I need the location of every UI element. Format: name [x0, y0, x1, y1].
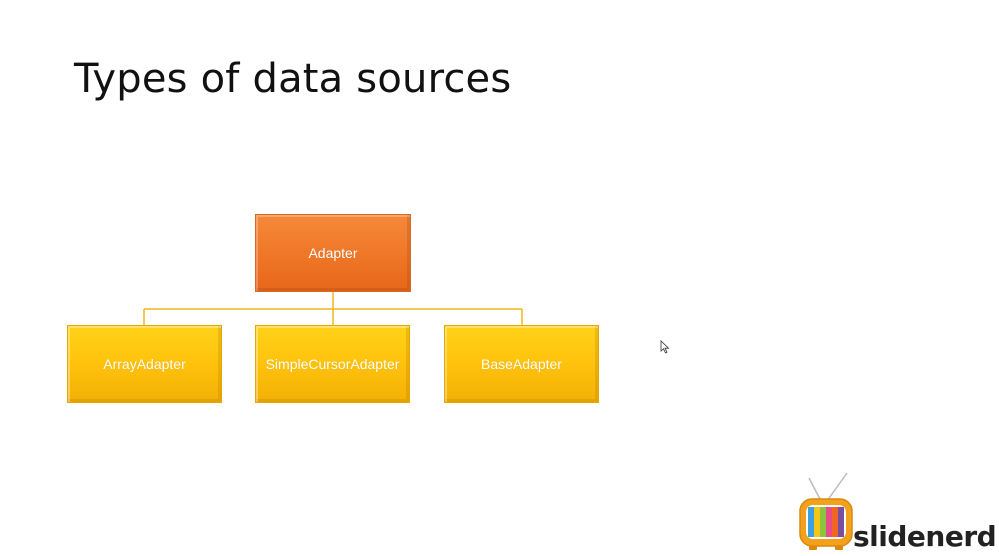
mouse-cursor-icon — [660, 340, 670, 354]
node-adapter-label: Adapter — [308, 245, 358, 261]
tv-icon — [799, 472, 853, 550]
node-simple-cursor-adapter-label: SimpleCursorAdapter — [265, 356, 400, 372]
node-adapter: Adapter — [255, 214, 411, 292]
node-array-adapter: ArrayAdapter — [67, 325, 222, 403]
slidenerd-logo: slidenerd — [797, 468, 997, 554]
node-array-adapter-label: ArrayAdapter — [103, 356, 186, 372]
logo-text: slidenerd — [853, 520, 997, 553]
slide-title: Types of data sources — [74, 56, 512, 102]
node-simple-cursor-adapter: SimpleCursorAdapter — [255, 325, 410, 403]
slide: Types of data sources Adapter ArrayAdapt… — [0, 0, 999, 556]
node-base-adapter: BaseAdapter — [444, 325, 599, 403]
node-base-adapter-label: BaseAdapter — [481, 356, 562, 372]
